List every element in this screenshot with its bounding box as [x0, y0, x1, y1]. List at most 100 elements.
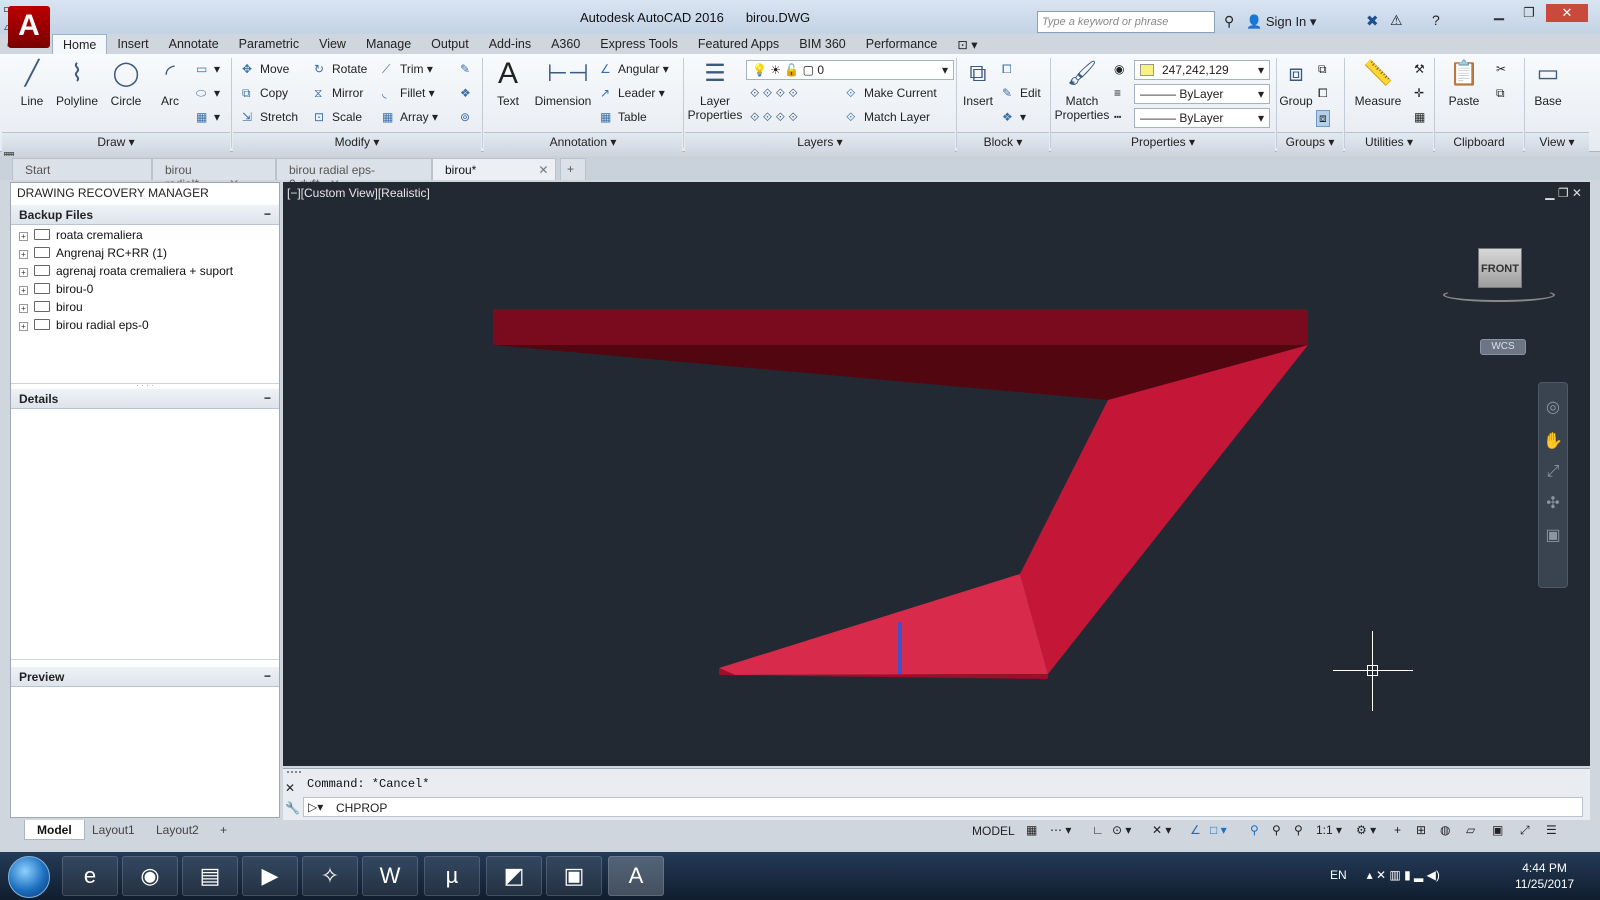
expand-icon[interactable]: + [19, 232, 28, 241]
collapse-icon[interactable]: − [264, 669, 271, 683]
new-tab-button[interactable]: + [560, 158, 586, 180]
modify-panel-title[interactable]: Modify ▾ [233, 132, 481, 152]
trim-button[interactable]: ⟋ Trim ▾ [382, 62, 433, 77]
tab-parametric[interactable]: Parametric [229, 34, 309, 54]
tab-a360[interactable]: A360 [541, 34, 590, 54]
attribute-button[interactable]: ❖ ▾ [1002, 110, 1026, 124]
polar-icon[interactable]: ⊙ ▾ [1112, 823, 1131, 837]
calculator-icon[interactable]: ▦ [1414, 110, 1425, 124]
tab-bim360[interactable]: BIM 360 [789, 34, 856, 54]
tab-output[interactable]: Output [421, 34, 479, 54]
object-snap-tracking-icon[interactable]: ∠ [1190, 823, 1201, 837]
ortho-icon[interactable]: ∟ [1092, 823, 1104, 837]
isodraft-icon[interactable]: ✕ ▾ [1152, 823, 1171, 837]
group-button[interactable]: ⧈ Group [1278, 58, 1314, 108]
tab-express-tools[interactable]: Express Tools [590, 34, 688, 54]
binoculars-icon[interactable]: ⚲ [1224, 13, 1234, 30]
word-icon[interactable]: W [362, 856, 418, 896]
minimize-button[interactable]: ▁ [1486, 4, 1512, 22]
explode-button[interactable]: ❖ [460, 86, 478, 100]
stretch-button[interactable]: ⇲ Stretch [242, 110, 298, 124]
annotation-visibility-icon[interactable]: ⚲ [1250, 823, 1259, 837]
expand-icon[interactable]: + [19, 286, 28, 295]
app-icon[interactable]: ◩ [486, 856, 542, 896]
fillet-button[interactable]: ◟ Fillet ▾ [382, 86, 435, 100]
rotate-button[interactable]: ↻ Rotate [314, 62, 367, 76]
layer-tools-row1[interactable]: ⟐ ⟐ ⟐ ⟐ [750, 86, 798, 101]
create-block-button[interactable]: ⧠ [1002, 62, 1020, 77]
language-indicator[interactable]: EN [1330, 868, 1347, 882]
doc-tab-birou[interactable]: birou* ✕ [432, 158, 556, 180]
cut-icon[interactable]: ✂ [1496, 62, 1506, 76]
group-selection-toggle[interactable]: ⧈ [1316, 110, 1330, 127]
zoom-icon[interactable]: ⤢ [1539, 463, 1567, 481]
tree-item-angrenaj[interactable]: + Angrenaj RC+RR (1) [19, 246, 167, 260]
layer-tools-row2[interactable]: ⟐ ⟐ ⟐ ⟐ [750, 110, 798, 125]
ungroup-icon[interactable]: ⧉ [1318, 62, 1327, 77]
plus-icon[interactable]: + [1394, 823, 1401, 837]
sign-in-button[interactable]: 👤 Sign In ▾ [1246, 14, 1316, 30]
doc-tab-start[interactable]: Start [12, 158, 152, 180]
line-button[interactable]: ╱ Line [14, 58, 50, 108]
group-edit-icon[interactable]: ⧠ [1318, 86, 1328, 101]
units-icon[interactable]: ⊞ [1416, 823, 1426, 837]
tab-manage[interactable]: Manage [356, 34, 421, 54]
polyline-button[interactable]: ⌇ Polyline [54, 58, 100, 108]
search-input[interactable]: Type a keyword or phrase [1037, 11, 1215, 33]
annotation-scale-dropdown[interactable]: 1:1 ▾ [1316, 823, 1342, 837]
draw-panel-title[interactable]: Draw ▾ [2, 132, 230, 152]
copy-clip-icon[interactable]: ⧉ [1496, 86, 1505, 101]
annotation-scale-icon[interactable]: ⚲ [1294, 823, 1303, 837]
hatch-button[interactable]: ▦ ▾ [196, 110, 220, 124]
doc-tab-birou-radial[interactable]: birou radial*✕ [152, 158, 276, 191]
clipboard-panel-title[interactable]: Clipboard [1435, 132, 1523, 152]
tab-annotate[interactable]: Annotate [159, 34, 229, 54]
array-button[interactable]: ▦ Array ▾ [382, 110, 438, 124]
tree-item-birou-0[interactable]: + birou-0 [19, 282, 93, 296]
wcs-menu[interactable]: WCS [1480, 339, 1526, 355]
expand-icon[interactable]: + [19, 322, 28, 331]
restore-button[interactable]: ❐ [1516, 4, 1542, 22]
move-button[interactable]: ✥ Move [242, 62, 289, 76]
collapse-icon[interactable]: − [264, 391, 271, 405]
edit-block-button[interactable]: ✎ Edit [1002, 86, 1041, 100]
annotation-panel-title[interactable]: Annotation ▾ [484, 132, 682, 152]
file-explorer-icon[interactable]: ▤ [182, 856, 238, 896]
viewcube-compass[interactable] [1443, 288, 1555, 302]
close-tab-icon[interactable]: ✕ [538, 163, 548, 177]
tree-item-birou[interactable]: + birou [19, 300, 83, 314]
leader-button[interactable]: ↗ Leader ▾ [600, 86, 665, 100]
paste-button[interactable]: 📋 Paste [1444, 58, 1484, 108]
layout-tab-layout2[interactable]: Layout2 [144, 820, 211, 840]
layout-tab-model[interactable]: Model [24, 820, 85, 840]
grid-icon[interactable]: ▦ [1026, 823, 1037, 837]
layers-panel-title[interactable]: Layers ▾ [685, 132, 955, 152]
base-view-button[interactable]: ▭ Base [1528, 58, 1568, 108]
tab-view[interactable]: View [309, 34, 356, 54]
block-panel-title[interactable]: Block ▾ [957, 132, 1049, 152]
grip-icon[interactable] [287, 771, 301, 779]
ribbon-minimize-toggle[interactable]: ⊡ ▾ [947, 34, 987, 54]
help-icon[interactable]: ? [1432, 12, 1440, 28]
erase-button[interactable]: ✎ [460, 62, 478, 76]
make-current-button[interactable]: ⟐ Make Current [846, 86, 937, 101]
clock[interactable]: 4:44 PM 11/25/2017 [1515, 860, 1574, 892]
mirror-button[interactable]: ⧖ Mirror [314, 86, 363, 101]
copy-button[interactable]: ⧉ Copy [242, 86, 288, 101]
layer-properties-button[interactable]: ☰ Layer Properties [686, 58, 744, 122]
linetype-dropdown[interactable]: ——— ByLayer ▾ [1134, 84, 1270, 104]
orbit-icon[interactable]: ✣ [1539, 493, 1567, 513]
preview-header[interactable]: Preview − [11, 667, 279, 687]
id-point-icon[interactable]: ✛ [1414, 86, 1424, 100]
close-button[interactable]: ✕ [1546, 4, 1588, 22]
splitter[interactable] [11, 659, 279, 665]
match-layer-button[interactable]: ⟐ Match Layer [846, 110, 930, 125]
expand-icon[interactable]: + [19, 304, 28, 313]
application-menu-button[interactable]: A [8, 6, 50, 48]
tree-item-birou-radial-eps[interactable]: + birou radial eps-0 [19, 318, 149, 332]
quick-select-icon[interactable]: ⚒ [1414, 62, 1425, 76]
workspace-gear-icon[interactable]: ⚙ ▾ [1356, 823, 1376, 837]
tab-insert[interactable]: Insert [107, 34, 158, 54]
doc-tab-birou-radial-eps[interactable]: birou radial eps-0.dxf*✕ [276, 158, 432, 191]
prompt-icon[interactable]: ▷▾ [308, 800, 323, 814]
